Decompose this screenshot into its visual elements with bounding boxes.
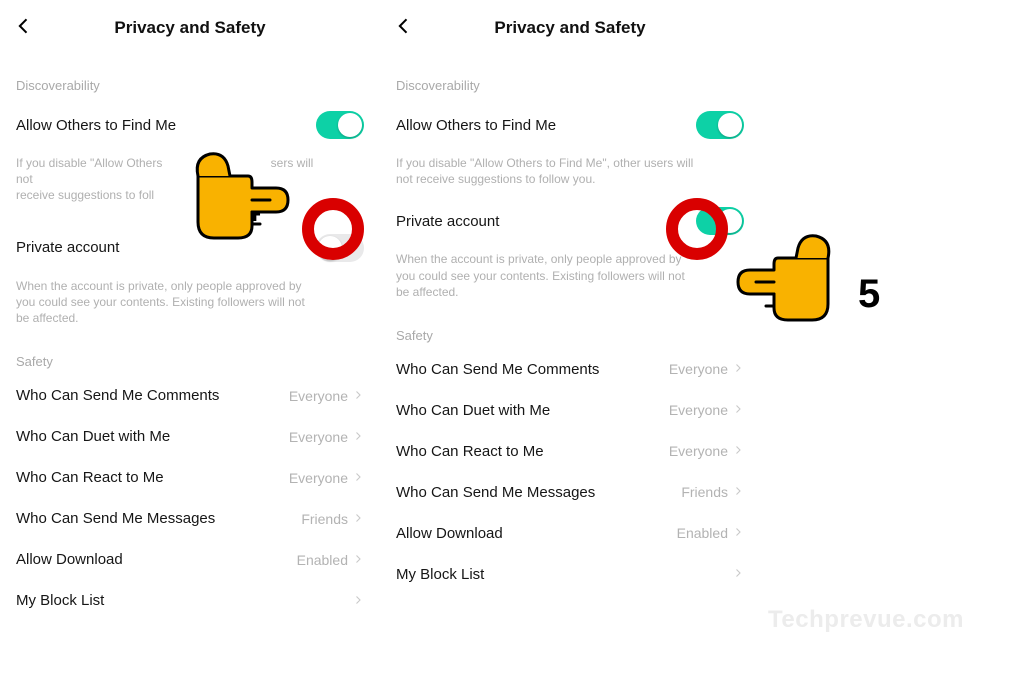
safety-row-label: My Block List <box>396 566 484 583</box>
chevron-left-icon <box>14 16 34 36</box>
safety-row-label: Allow Download <box>396 525 503 542</box>
step-number-5: 5 <box>858 272 880 317</box>
safety-row[interactable]: Who Can Send Me Messages Friends <box>380 472 760 513</box>
safety-row-label: Who Can Duet with Me <box>16 428 170 445</box>
allow-find-desc: If you disable "Allow Others to Find Me"… <box>0 151 330 210</box>
private-account-desc: When the account is private, only people… <box>380 247 710 306</box>
safety-row-label: My Block List <box>16 592 104 609</box>
safety-row-value: Everyone <box>669 402 744 418</box>
safety-row-value: Everyone <box>669 443 744 459</box>
safety-row[interactable]: My Block List <box>380 554 760 595</box>
safety-row-label: Who Can Send Me Comments <box>16 387 219 404</box>
safety-row[interactable]: Who Can Duet with Me Everyone <box>380 390 760 431</box>
allow-find-label: Allow Others to Find Me <box>16 117 176 134</box>
section-safety: Safety <box>0 332 380 375</box>
back-button[interactable] <box>394 16 414 41</box>
safety-row-label: Allow Download <box>16 551 123 568</box>
private-account-desc: When the account is private, only people… <box>0 274 330 333</box>
chevron-right-icon <box>352 552 364 568</box>
safety-row-value <box>732 566 744 582</box>
chevron-right-icon <box>352 388 364 404</box>
chevron-right-icon <box>732 566 744 582</box>
safety-row[interactable]: Who Can Send Me Comments Everyone <box>380 349 760 390</box>
page-title: Privacy and Safety <box>114 18 265 38</box>
chevron-right-icon <box>352 511 364 527</box>
chevron-right-icon <box>732 361 744 377</box>
allow-find-toggle[interactable] <box>696 111 744 139</box>
safety-row[interactable]: Who Can React to Me Everyone <box>0 457 380 498</box>
safety-row[interactable]: My Block List <box>0 580 380 621</box>
section-safety: Safety <box>380 306 760 349</box>
header: Privacy and Safety <box>0 0 380 56</box>
safety-row-value: Everyone <box>289 429 364 445</box>
chevron-right-icon <box>732 525 744 541</box>
section-discoverability: Discoverability <box>0 56 380 99</box>
chevron-right-icon <box>732 484 744 500</box>
chevron-left-icon <box>394 16 414 36</box>
safety-list: Who Can Send Me CommentsEveryoneWho Can … <box>0 375 380 621</box>
header: Privacy and Safety <box>380 0 760 56</box>
safety-row-value: Friends <box>301 511 364 527</box>
watermark: Techprevue.com <box>768 606 964 634</box>
safety-row-value: Everyone <box>289 470 364 486</box>
safety-row-label: Who Can Send Me Messages <box>396 484 595 501</box>
safety-row[interactable]: Allow Download Enabled <box>380 513 760 554</box>
private-account-toggle[interactable] <box>696 207 744 235</box>
chevron-right-icon <box>352 593 364 609</box>
section-discoverability: Discoverability <box>380 56 760 99</box>
chevron-right-icon <box>732 443 744 459</box>
allow-find-label: Allow Others to Find Me <box>396 117 556 134</box>
safety-row-label: Who Can React to Me <box>396 443 544 460</box>
safety-row-value: Everyone <box>289 388 364 404</box>
settings-panel-step5: Privacy and Safety Discoverability Allow… <box>380 0 760 595</box>
private-account-toggle[interactable] <box>316 234 364 262</box>
allow-find-toggle[interactable] <box>316 111 364 139</box>
safety-row[interactable]: Who Can Send Me Messages Friends <box>0 498 380 539</box>
safety-row-value <box>352 593 364 609</box>
safety-row[interactable]: Allow Download Enabled <box>0 539 380 580</box>
settings-panel-step4: Privacy and Safety Discoverability Allow… <box>0 0 380 621</box>
safety-row-value: Friends <box>681 484 744 500</box>
safety-row[interactable]: Who Can React to Me Everyone <box>380 431 760 472</box>
chevron-right-icon <box>352 429 364 445</box>
safety-row-label: Who Can React to Me <box>16 469 164 486</box>
safety-row-value: Enabled <box>677 525 744 541</box>
row-allow-find: Allow Others to Find Me <box>380 99 760 151</box>
safety-row[interactable]: Who Can Duet with Me Everyone <box>0 416 380 457</box>
chevron-right-icon <box>732 402 744 418</box>
safety-row[interactable]: Who Can Send Me Comments Everyone <box>0 375 380 416</box>
chevron-right-icon <box>352 470 364 486</box>
allow-find-desc: If you disable "Allow Others to Find Me"… <box>380 151 710 193</box>
safety-row-label: Who Can Send Me Messages <box>16 510 215 527</box>
safety-row-label: Who Can Send Me Comments <box>396 361 599 378</box>
row-private-account: Private account <box>380 193 760 247</box>
safety-row-label: Who Can Duet with Me <box>396 402 550 419</box>
private-account-label: Private account <box>396 213 499 230</box>
page-title: Privacy and Safety <box>494 18 645 38</box>
safety-row-value: Enabled <box>297 552 364 568</box>
row-private-account: Private account <box>0 210 380 274</box>
safety-row-value: Everyone <box>669 361 744 377</box>
private-account-label: Private account <box>16 239 119 256</box>
safety-list: Who Can Send Me CommentsEveryoneWho Can … <box>380 349 760 595</box>
back-button[interactable] <box>14 16 34 41</box>
row-allow-find: Allow Others to Find Me <box>0 99 380 151</box>
